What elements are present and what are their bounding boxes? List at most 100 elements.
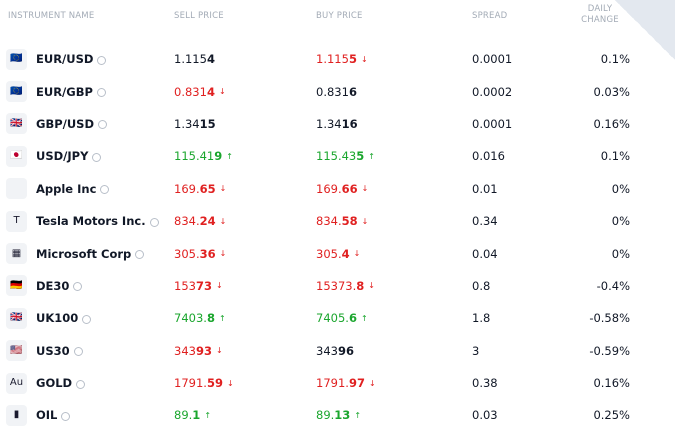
instrument-name[interactable]: USD/JPY [36, 149, 88, 163]
buy-price[interactable]: 1.34 16 [316, 108, 358, 140]
instrument-name[interactable]: GOLD [36, 376, 72, 390]
instrument-name[interactable]: US30 [36, 344, 70, 358]
sell-price-main: 1.34 [174, 116, 200, 131]
daily-change-value: 0.1% [600, 52, 630, 67]
spread-value: 0.01 [472, 181, 498, 196]
info-icon[interactable] [76, 379, 86, 389]
buy-price[interactable]: 115.43 5 ↑ [316, 140, 375, 172]
header-instrument-name: INSTRUMENT NAME [8, 11, 95, 21]
buy-price[interactable]: 1791. 97 ↓ [316, 367, 376, 399]
instrument-name-cell[interactable]: GOLD [36, 367, 86, 399]
buy-price[interactable]: 15373. 8 ↓ [316, 270, 375, 302]
instrument-name-cell[interactable]: DE30 [36, 270, 83, 302]
table-header: INSTRUMENT NAME SELL PRICE BUY PRICE SPR… [0, 0, 675, 36]
sell-price[interactable]: 0.831 4 ↓ [174, 75, 226, 107]
table-row[interactable]: 🇪🇺 EUR/GBP 0.831 4 ↓ 0.831 6 0.0002 0.03% [0, 75, 675, 107]
instrument-name-cell[interactable]: USD/JPY [36, 140, 102, 172]
table-row[interactable]: ▮ OIL 89. 1 ↑ 89. 13 ↑ 0.03 0.25% [0, 399, 675, 431]
buy-price[interactable]: 1.115 5 ↓ [316, 43, 368, 75]
instrument-name-cell[interactable]: US30 [36, 335, 83, 367]
buy-price[interactable]: 89. 13 ↑ [316, 399, 361, 431]
info-icon[interactable] [96, 88, 106, 98]
info-icon[interactable] [92, 152, 102, 162]
down-arrow-icon: ↓ [226, 378, 234, 388]
table-row[interactable]: 🇩🇪 DE30 153 73 ↓ 15373. 8 ↓ 0.8 -0.4% [0, 270, 675, 302]
table-row[interactable]: 🇬🇧 UK100 7403. 8 ↑ 7405. 6 ↑ 1.8 -0.58% [0, 302, 675, 334]
instrument-name-cell[interactable]: EUR/GBP [36, 75, 106, 107]
daily-change-value: 0.1% [600, 149, 630, 164]
sell-price[interactable]: 305. 36 ↓ [174, 237, 226, 269]
spread-value: 0.04 [472, 246, 498, 261]
info-icon[interactable] [61, 411, 71, 421]
instrument-name-cell[interactable]: Apple Inc [36, 173, 110, 205]
instrument-name[interactable]: EUR/GBP [36, 85, 93, 99]
instrument-name[interactable]: UK100 [36, 311, 78, 325]
buy-price-pips: 96 [337, 343, 354, 358]
buy-price-main: 305. [316, 246, 342, 261]
instrument-name[interactable]: DE30 [36, 279, 69, 293]
info-icon[interactable] [100, 185, 110, 195]
germany-flag-icon: 🇩🇪 [6, 275, 27, 297]
instrument-name[interactable]: OIL [36, 408, 57, 422]
sell-price[interactable]: 7403. 8 ↑ [174, 302, 226, 334]
instrument-name-cell[interactable]: Microsoft Corp [36, 237, 145, 269]
sell-price-main: 153 [174, 278, 196, 293]
info-icon[interactable] [149, 217, 159, 227]
table-row[interactable]: T Tesla Motors Inc. 834. 24 ↓ 834. 58 ↓ 0.… [0, 205, 675, 237]
instrument-name-cell[interactable]: UK100 [36, 302, 92, 334]
info-icon[interactable] [135, 250, 145, 260]
instrument-name[interactable]: GBP/USD [36, 117, 94, 131]
instrument-name-cell[interactable]: OIL [36, 399, 71, 431]
sell-price[interactable]: 153 73 ↓ [174, 270, 223, 302]
buy-price-pips: 66 [341, 181, 358, 196]
sell-price[interactable]: 834. 24 ↓ [174, 205, 226, 237]
buy-price[interactable]: 305. 4 ↓ [316, 237, 360, 269]
sell-price[interactable]: 343 93 ↓ [174, 335, 223, 367]
table-row[interactable]: 🇯🇵 USD/JPY 115.41 9 ↑ 115.43 5 ↑ 0.016 0.1… [0, 140, 675, 172]
down-arrow-icon: ↓ [215, 281, 223, 291]
instrument-icon-cell: 🇬🇧 [6, 108, 27, 140]
spread-value: 0.34 [472, 214, 498, 229]
instrument-name[interactable]: Apple Inc [36, 182, 96, 196]
info-icon[interactable] [73, 347, 83, 357]
daily-change-value: 0.16% [593, 376, 630, 391]
info-icon[interactable] [98, 120, 107, 130]
header-buy-price: BUY PRICE [316, 11, 363, 21]
uk-flag-icon: 🇬🇧 [6, 307, 27, 329]
info-icon[interactable] [82, 314, 92, 324]
table-row[interactable]: 🇺🇸 US30 343 93 ↓ 343 96 3 -0.59% [0, 335, 675, 367]
buy-price[interactable]: 0.831 6 [316, 75, 357, 107]
down-arrow-icon: ↓ [361, 184, 369, 194]
table-row[interactable]: ▦ Microsoft Corp 305. 36 ↓ 305. 4 ↓ 0.04 0… [0, 237, 675, 269]
sell-price[interactable]: 169. 65 ↓ [174, 173, 226, 205]
instrument-name-cell[interactable]: GBP/USD [36, 108, 107, 140]
instrument-name[interactable]: Microsoft Corp [36, 247, 131, 261]
buy-price[interactable]: 834. 58 ↓ [316, 205, 368, 237]
buy-price-main: 834. [316, 214, 342, 229]
instrument-name[interactable]: EUR/USD [36, 52, 93, 66]
sell-price[interactable]: 89. 1 ↑ [174, 399, 211, 431]
table-row[interactable]: 🇬🇧 GBP/USD 1.34 15 1.34 16 0.0001 0.16% [0, 108, 675, 140]
instrument-name[interactable]: Tesla Motors Inc. [36, 214, 146, 228]
buy-price[interactable]: 169. 66 ↓ [316, 173, 368, 205]
buy-price-main: 343 [316, 343, 338, 358]
buy-price[interactable]: 343 96 [316, 335, 354, 367]
info-icon[interactable] [73, 282, 83, 292]
sell-price[interactable]: 1791. 59 ↓ [174, 367, 234, 399]
buy-price-pips: 13 [334, 408, 351, 423]
sell-price[interactable]: 1.34 15 [174, 108, 216, 140]
spread-value: 1.8 [472, 311, 491, 326]
sell-price[interactable]: 115.41 9 ↑ [174, 140, 233, 172]
table-row[interactable]: 🇪🇺 EUR/USD 1.115 4 1.115 5 ↓ 0.0001 0.1% [0, 43, 675, 75]
buy-price[interactable]: 7405. 6 ↑ [316, 302, 368, 334]
instrument-name-cell[interactable]: EUR/USD [36, 43, 107, 75]
instrument-table-body: 🇪🇺 EUR/USD 1.115 4 1.115 5 ↓ 0.0001 0.1% 🇪… [0, 43, 675, 432]
buy-price-main: 115.43 [316, 149, 357, 164]
daily-change-value: 0.16% [593, 116, 630, 131]
instrument-name-cell[interactable]: Tesla Motors Inc. [36, 205, 159, 237]
table-row[interactable]: Apple Inc 169. 65 ↓ 169. 66 ↓ 0.01 0% [0, 173, 675, 205]
info-icon[interactable] [97, 55, 107, 65]
sell-price[interactable]: 1.115 4 [174, 43, 215, 75]
sell-price-main: 115.41 [174, 149, 215, 164]
table-row[interactable]: Au GOLD 1791. 59 ↓ 1791. 97 ↓ 0.38 0.16% [0, 367, 675, 399]
